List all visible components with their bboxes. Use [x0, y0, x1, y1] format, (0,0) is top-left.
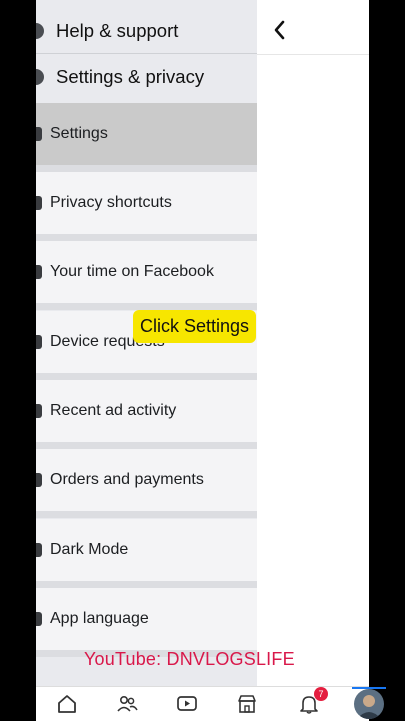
back-chevron-icon[interactable]	[271, 18, 289, 42]
menu-item-label: Your time on Facebook	[50, 263, 214, 280]
marketplace-icon	[238, 695, 256, 713]
gear-icon	[36, 69, 44, 85]
tab-watch[interactable]	[174, 691, 200, 717]
tab-home[interactable]	[54, 691, 80, 717]
menu-item-dark-mode[interactable]: Dark Mode	[36, 519, 257, 588]
menu-item-label: Recent ad activity	[50, 402, 177, 419]
header-divider	[257, 54, 369, 55]
menu-item-label: Orders and payments	[50, 471, 204, 488]
video-play-icon	[177, 696, 197, 711]
app-screen: Help & support Settings & privacy Settin…	[36, 0, 369, 720]
lock-icon	[36, 196, 42, 210]
section-label: Help & support	[56, 20, 179, 41]
tab-marketplace[interactable]	[234, 691, 260, 717]
menu-section-settings-privacy[interactable]: Settings & privacy	[36, 55, 257, 99]
moon-icon	[36, 543, 42, 557]
watermark-text: YouTube: DNVLOGSLIFE	[84, 649, 295, 669]
menu-item-recent-ad-activity[interactable]: Recent ad activity	[36, 380, 257, 449]
globe-icon	[36, 612, 42, 626]
menu-item-label: Dark Mode	[50, 541, 129, 558]
menu-item-label: Privacy shortcuts	[50, 194, 172, 211]
settings-menu: Help & support Settings & privacy Settin…	[36, 0, 257, 686]
phone-icon	[36, 335, 42, 349]
menu-item-app-language[interactable]: App language	[36, 588, 257, 657]
tag-icon	[36, 473, 42, 487]
divider	[36, 53, 257, 54]
tab-friends[interactable]	[114, 691, 140, 717]
friends-icon	[117, 695, 138, 712]
section-label: Settings & privacy	[56, 66, 205, 87]
detail-pane	[257, 0, 369, 686]
help-circle-icon	[36, 23, 44, 39]
avatar-image	[357, 695, 381, 719]
clock-icon	[36, 265, 42, 279]
bottom-tab-bar: 7	[36, 686, 386, 721]
menu-item-privacy-shortcuts[interactable]: Privacy shortcuts	[36, 172, 257, 241]
menu-item-your-time[interactable]: Your time on Facebook	[36, 241, 257, 310]
home-icon	[58, 695, 76, 713]
profile-avatar[interactable]	[354, 689, 384, 719]
tab-notifications[interactable]: 7	[296, 687, 328, 717]
menu-item-label: Settings	[50, 125, 108, 142]
notification-badge: 7	[314, 687, 328, 701]
menu-item-label: App language	[50, 610, 149, 627]
menu-section-help-support[interactable]: Help & support	[36, 9, 257, 53]
menu-item-orders-payments[interactable]: Orders and payments	[36, 449, 257, 518]
ad-icon	[36, 404, 42, 418]
tutorial-caption: Click Settings	[133, 310, 257, 343]
person-gear-icon	[36, 127, 42, 141]
menu-item-settings[interactable]: Settings	[36, 103, 257, 172]
